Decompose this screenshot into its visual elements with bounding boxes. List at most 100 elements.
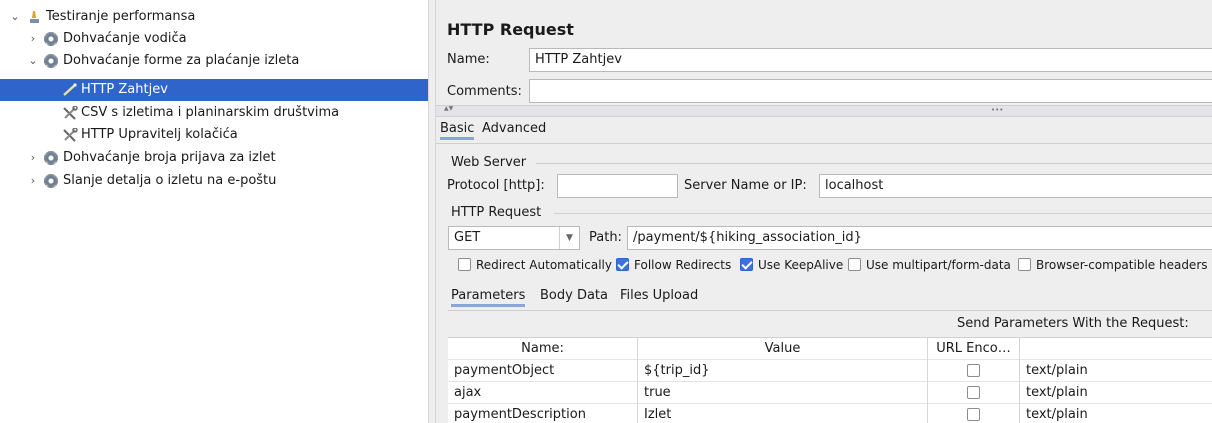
group-border (536, 163, 1212, 164)
chevron-right-icon[interactable]: › (26, 28, 40, 50)
checkbox-label: Follow Redirects (634, 258, 732, 272)
comments-field[interactable] (529, 79, 1212, 103)
send-parameters-label: Send Parameters With the Request: (957, 316, 1189, 331)
path-label: Path: (589, 230, 622, 245)
checkbox-box[interactable] (740, 258, 753, 271)
parameters-table[interactable]: Name: Value URL Enco… paymentObject ${tr… (448, 337, 1212, 423)
url-encode-checkbox[interactable] (967, 386, 980, 399)
tree-item-fetch-guides[interactable]: › Dohvaćanje vodiča (0, 28, 428, 50)
checkbox-box[interactable] (1018, 258, 1031, 271)
path-field[interactable]: /payment/${hiking_association_id} (627, 226, 1212, 250)
content-type-cell[interactable]: text/plain (1020, 404, 1212, 423)
pipette-icon (62, 83, 77, 97)
checkbox-label: Redirect Automatically (476, 258, 612, 272)
comments-label: Comments: (447, 84, 522, 99)
checkbox-label: Browser-compatible headers (1036, 258, 1208, 272)
column-header-value[interactable]: Value (638, 338, 928, 360)
chevron-down-icon[interactable]: ⌄ (26, 50, 40, 72)
param-name-cell[interactable]: paymentDescription (448, 404, 638, 423)
url-encode-checkbox[interactable] (967, 408, 980, 421)
tab-parameters[interactable]: Parameters (451, 288, 526, 307)
method-value: GET (454, 230, 481, 245)
checkbox-box[interactable] (848, 258, 861, 271)
chevron-right-icon[interactable]: › (26, 147, 40, 169)
column-header-url-encode[interactable]: URL Enco… (928, 338, 1020, 360)
param-name-cell[interactable]: ajax (448, 382, 638, 404)
redirect-automatically-checkbox[interactable]: Redirect Automatically (458, 258, 612, 272)
content-type-cell[interactable]: text/plain (1020, 360, 1212, 382)
server-name-field[interactable]: localhost (819, 174, 1212, 198)
comments-splitter[interactable] (436, 105, 1212, 117)
http-request-panel: HTTP Request Name: HTTP Zahtjev Comments… (436, 0, 1212, 423)
url-encode-cell[interactable] (928, 404, 1020, 423)
group-border (554, 213, 1212, 214)
tree-item-label: Dohvaćanje vodiča (63, 31, 187, 46)
chevron-right-icon[interactable]: › (26, 170, 40, 192)
protocol-field[interactable] (557, 174, 678, 198)
tab-advanced[interactable]: Advanced (482, 121, 546, 136)
splitter-arrows-icon[interactable]: ▲▼ (444, 105, 453, 112)
chevron-down-icon[interactable]: ▼ (559, 227, 579, 249)
tools-icon (62, 105, 78, 120)
gear-icon (44, 174, 58, 188)
param-value-cell[interactable]: true (638, 382, 928, 404)
name-field[interactable]: HTTP Zahtjev (529, 48, 1212, 72)
tree-item-cookie-manager[interactable]: HTTP Upravitelj kolačića (0, 124, 428, 146)
use-multipart-checkbox[interactable]: Use multipart/form-data (848, 258, 1011, 272)
tab-body-data[interactable]: Body Data (540, 288, 608, 303)
url-encode-cell[interactable] (928, 382, 1020, 404)
tree-item-send-email[interactable]: › Slanje detalja o izletu na e-poštu (0, 170, 428, 192)
param-value-cell[interactable]: Izlet (638, 404, 928, 423)
table-header-row: Name: Value URL Enco… (448, 338, 1212, 360)
param-value-cell[interactable]: ${trip_id} (638, 360, 928, 382)
tree-item-label: CSV s izletima i planinarskim društvima (81, 105, 340, 120)
tree-item-label: Dohvaćanje forme za plaćanje izleta (63, 53, 300, 68)
table-row[interactable]: paymentObject ${trip_id} text/plain (448, 360, 1212, 382)
tree-item-csv-config[interactable]: CSV s izletima i planinarskim društvima (0, 102, 428, 124)
gear-icon (44, 151, 58, 165)
checkbox-box[interactable] (616, 258, 629, 271)
tree-item-label: Slanje detalja o izletu na e-poštu (63, 173, 277, 188)
name-label: Name: (447, 52, 490, 67)
tree-item-http-request[interactable]: HTTP Zahtjev (0, 79, 428, 101)
tree-item-fetch-payment-form[interactable]: ⌄ Dohvaćanje forme za plaćanje izleta (0, 50, 428, 72)
test-plan-tree[interactable]: ⌄ Testiranje performansa › Dohvaćanje vo… (0, 0, 428, 423)
checkbox-label: Use KeepAlive (758, 258, 844, 272)
tree-item-label: Testiranje performansa (46, 9, 196, 24)
gear-icon (44, 32, 58, 46)
server-name-label: Server Name or IP: (684, 178, 807, 193)
checkbox-label: Use multipart/form-data (866, 258, 1011, 272)
table-row[interactable]: ajax true text/plain (448, 382, 1212, 404)
tree-item-label: HTTP Zahtjev (81, 82, 168, 97)
follow-redirects-checkbox[interactable]: Follow Redirects (616, 258, 731, 272)
tree-item-fetch-registrations[interactable]: › Dohvaćanje broja prijava za izlet (0, 147, 428, 169)
tree-item-label: HTTP Upravitelj kolačića (81, 127, 238, 142)
use-keepalive-checkbox[interactable]: Use KeepAlive (740, 258, 843, 272)
column-header-name[interactable]: Name: (448, 338, 638, 360)
tab-files-upload[interactable]: Files Upload (620, 288, 698, 303)
split-pane-divider[interactable] (428, 0, 436, 423)
tab-divider (436, 143, 1212, 144)
test-plan-icon (28, 10, 42, 24)
protocol-label: Protocol [http]: (447, 178, 545, 193)
http-request-group-label: HTTP Request (451, 205, 542, 220)
method-select[interactable]: GET ▼ (448, 226, 580, 250)
tab-basic[interactable]: Basic (440, 121, 475, 140)
column-header-content-type[interactable] (1020, 338, 1212, 360)
tools-icon (62, 127, 78, 142)
gear-icon (44, 54, 58, 68)
checkbox-box[interactable] (458, 258, 471, 271)
browser-compatible-headers-checkbox[interactable]: Browser-compatible headers (1018, 258, 1208, 272)
web-server-group-label: Web Server (451, 155, 527, 170)
tree-item-label: Dohvaćanje broja prijava za izlet (63, 150, 276, 165)
param-name-cell[interactable]: paymentObject (448, 360, 638, 382)
content-type-cell[interactable]: text/plain (1020, 382, 1212, 404)
tree-item-test-plan[interactable]: ⌄ Testiranje performansa (0, 6, 428, 28)
subtab-divider (448, 310, 1212, 311)
splitter-grip-icon[interactable]: ••• (991, 106, 1003, 114)
panel-title: HTTP Request (447, 20, 574, 39)
table-row[interactable]: paymentDescription Izlet text/plain (448, 404, 1212, 423)
url-encode-cell[interactable] (928, 360, 1020, 382)
chevron-down-icon[interactable]: ⌄ (8, 6, 22, 28)
url-encode-checkbox[interactable] (967, 364, 980, 377)
